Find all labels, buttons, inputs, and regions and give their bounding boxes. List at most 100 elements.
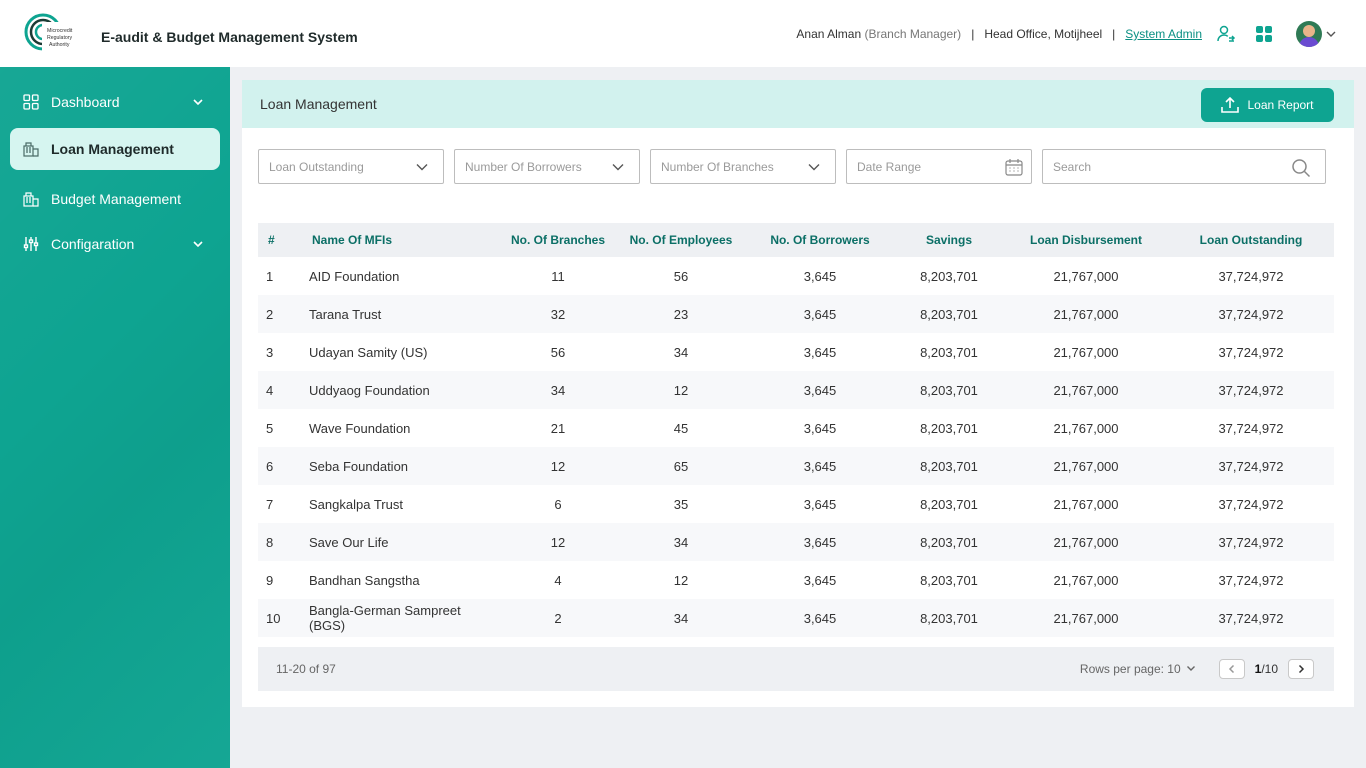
cell-branches: 34 [550,382,566,398]
cell-borrowers: 3,645 [803,610,837,626]
date-range-picker[interactable]: Date Range [846,149,1032,184]
cell-branches: 6 [554,496,562,512]
search-input[interactable] [1053,159,1283,174]
sliders-icon [23,236,39,252]
cell-employees: 12 [673,572,689,588]
col-branches: No. Of Branches [510,233,606,247]
cell-employees: 56 [673,268,689,284]
cell-branches: 11 [551,268,565,284]
cell-loan-disbursement: 21,767,000 [1053,458,1119,474]
sidebar-item-label: Budget Management [51,191,181,207]
cell-index: 1 [266,268,274,284]
user-switch-icon[interactable] [1216,24,1236,44]
card-header: Loan Management Loan Report [242,80,1354,128]
cell-employees: 34 [673,344,689,360]
table-row[interactable]: 6 Seba Foundation 12 65 3,645 8,203,701 21,767… [258,447,1334,485]
cell-savings: 8,203,701 [920,420,978,436]
col-savings: Savings [925,233,973,247]
prev-page-button[interactable] [1218,659,1245,679]
cell-savings: 8,203,701 [920,268,978,284]
cell-loan-disbursement: 21,767,000 [1053,610,1119,626]
cell-mfi-name: Tarana Trust [309,306,382,322]
cell-employees: 45 [673,420,689,436]
sidebar-item-label: Dashboard [51,94,120,110]
cell-mfi-name: Bandhan Sangstha [309,572,420,588]
chevron-down-icon [192,237,204,253]
chevron-down-icon [192,95,204,111]
table-row[interactable]: 2 Tarana Trust 32 23 3,645 8,203,701 21,767,00… [258,295,1334,333]
cell-employees: 34 [673,610,689,626]
cell-loan-disbursement: 21,767,000 [1053,382,1119,398]
next-page-button[interactable] [1288,659,1314,679]
cell-borrowers: 3,645 [803,306,837,322]
cell-index: 7 [266,496,274,512]
cell-loan-outstanding: 37,724,972 [1218,534,1284,550]
cell-savings: 8,203,701 [920,458,978,474]
mfi-table: # Name Of MFIs No. Of Branches No. Of Em… [258,223,1334,637]
user-role: (Branch Manager) [864,27,962,41]
search-box [1042,149,1326,184]
svg-text:Authority: Authority [49,42,70,48]
cell-savings: 8,203,701 [920,610,978,626]
sidebar-item-configaration[interactable]: Configaration [10,223,220,265]
system-admin-link[interactable]: System Admin [1125,27,1202,41]
search-icon[interactable] [1291,158,1311,181]
avatar[interactable] [1296,21,1322,47]
table-row[interactable]: 9 Bandhan Sangstha 4 12 3,645 8,203,701 21,767… [258,561,1334,599]
cell-loan-disbursement: 21,767,000 [1053,268,1119,284]
sidebar-item-loan-management[interactable]: Loan Management [10,128,220,170]
cell-branches: 32 [550,306,566,322]
chevron-left-icon [1228,664,1234,674]
office: Head Office, Motijheel [984,27,1103,41]
number-of-branches-select[interactable]: Number Of Branches [650,149,836,184]
loan-outstanding-select[interactable]: Loan Outstanding [258,149,444,184]
cell-employees: 35 [673,496,689,512]
cell-loan-outstanding: 37,724,972 [1218,572,1284,588]
chevron-down-icon[interactable] [1326,29,1336,39]
chevron-down-icon [415,160,429,177]
table-row[interactable]: 8 Save Our Life 12 34 3,645 8,203,701 21,767,0… [258,523,1334,561]
svg-text:Regulatory: Regulatory [47,35,72,41]
cell-mfi-name: Uddyaog Foundation [309,382,430,398]
sidebar-item-dashboard[interactable]: Dashboard [10,81,220,123]
cell-savings: 8,203,701 [920,306,978,322]
cell-mfi-name: Seba Foundation [309,458,409,474]
cell-employees: 12 [673,382,689,398]
rows-per-page-select[interactable]: Rows per page: 10 [1080,662,1196,676]
logo: Microcredit Regulatory Authority [24,12,86,56]
table-row[interactable]: 3 Udayan Samity (US) 56 34 3,645 8,203,701 21,… [258,333,1334,371]
cell-borrowers: 3,645 [803,344,837,360]
col-name: Name Of MFIs [312,233,393,247]
cell-loan-outstanding: 37,724,972 [1218,458,1284,474]
separator: | [971,27,975,41]
table-row[interactable]: 4 Uddyaog Foundation 34 12 3,645 8,203,701 21,… [258,371,1334,409]
table-row[interactable]: 5 Wave Foundation 21 45 3,645 8,203,701 21,767… [258,409,1334,447]
upload-icon [1221,97,1240,113]
top-header: Microcredit Regulatory Authority E-audit… [0,0,1366,67]
cell-savings: 8,203,701 [920,534,978,550]
cell-branches: 12 [550,534,566,550]
cell-index: 8 [266,534,274,550]
table-row[interactable]: 7 Sangkalpa Trust 6 35 3,645 8,203,701 21,767,… [258,485,1334,523]
cell-loan-disbursement: 21,767,000 [1053,572,1119,588]
table-row[interactable]: 1 AID Foundation 11 56 3,645 8,203,701 21,767,… [258,257,1334,295]
apps-grid-icon[interactable] [1256,26,1272,42]
cell-loan-outstanding: 37,724,972 [1218,344,1284,360]
calendar-icon [1005,158,1023,179]
cell-mfi-name: Udayan Samity (US) [309,344,428,360]
sidebar-item-label: Configaration [51,236,135,252]
loan-report-button[interactable]: Loan Report [1201,88,1334,122]
cell-index: 9 [266,572,274,588]
pagination-range: 11-20 of 97 [276,662,336,676]
cell-borrowers: 3,645 [803,420,837,436]
col-employees: No. Of Employees [629,233,733,247]
filter-bar: Loan Outstanding Number Of Borrowers Num… [258,149,1326,184]
sidebar-item-budget-management[interactable]: Budget Management [10,178,220,220]
col-index: # [268,233,275,247]
app-title: E-audit & Budget Management System [101,29,358,45]
cell-loan-outstanding: 37,724,972 [1218,268,1284,284]
number-of-borrowers-select[interactable]: Number Of Borrowers [454,149,640,184]
cell-mfi-name: Sangkalpa Trust [309,496,403,512]
table-row[interactable]: 10 Bangla-German Sampreet (BGS) 2 34 3,645 8,… [258,599,1334,637]
cell-index: 5 [266,420,274,436]
